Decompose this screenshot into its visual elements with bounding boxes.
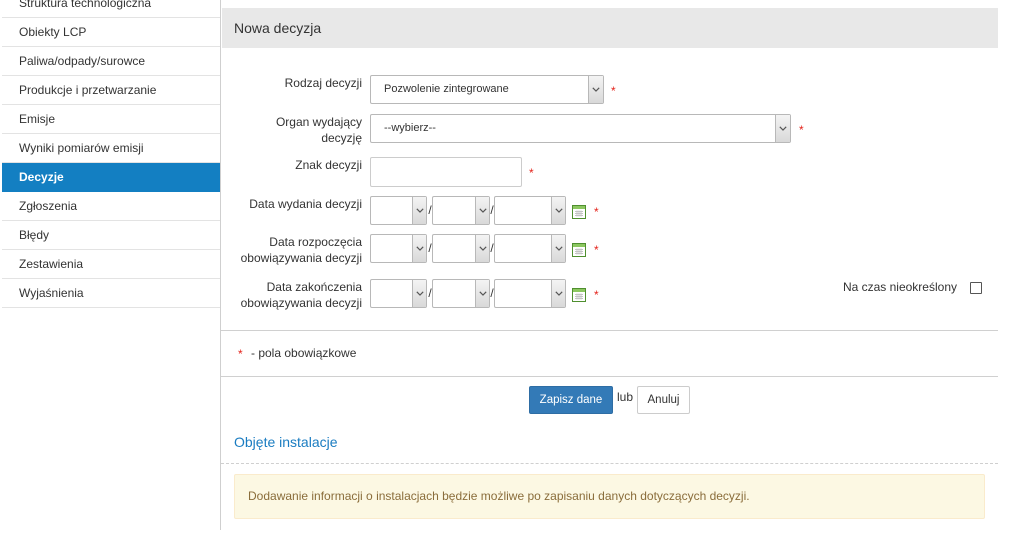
issuing-authority-select[interactable]: --wybierz-- xyxy=(370,114,791,143)
calendar-icon[interactable] xyxy=(572,205,586,219)
issue-date-label-line: Data wydania decyzji xyxy=(249,197,362,211)
issuing-authority-row: Organ wydający decyzję --wybierz-- * xyxy=(221,114,998,146)
decision-type-row: Rodzaj decyzji Pozwolenie zintegrowane * xyxy=(221,75,998,105)
required-legend-marker: * xyxy=(238,347,243,361)
cancel-button[interactable]: Anuluj xyxy=(637,386,690,414)
required-marker: * xyxy=(799,123,804,137)
chevron-down-icon[interactable] xyxy=(412,280,426,307)
issuing-authority-value: --wybierz-- xyxy=(384,122,436,134)
validity-end-year-select[interactable] xyxy=(494,279,566,308)
sidebar-item-emisje[interactable]: Emisje xyxy=(2,105,220,134)
validity-end-label-line: Data zakończenia xyxy=(266,280,362,294)
decision-type-select[interactable]: Pozwolenie zintegrowane xyxy=(370,75,604,104)
validity-start-year-select[interactable] xyxy=(494,234,566,263)
chevron-down-icon[interactable] xyxy=(551,280,565,307)
decision-number-label-line: Znak decyzji xyxy=(295,158,362,172)
decision-number-row: Znak decyzji * xyxy=(221,157,998,187)
validity-start-label: Data rozpoczęcia obowiązywania decyzji xyxy=(221,234,362,266)
form-divider xyxy=(221,330,998,331)
validity-end-label-line: obowiązywania decyzji xyxy=(240,296,362,310)
chevron-down-icon[interactable] xyxy=(775,115,790,142)
validity-start-label-line: Data rozpoczęcia xyxy=(269,235,362,249)
indefinite-checkbox[interactable] xyxy=(970,282,982,294)
chevron-down-icon[interactable] xyxy=(412,197,426,224)
decision-number-input[interactable] xyxy=(370,157,522,187)
chevron-down-icon[interactable] xyxy=(412,235,426,262)
sidebar-item-paliwa[interactable]: Paliwa/odpady/surowce xyxy=(2,47,220,76)
calendar-icon[interactable] xyxy=(572,243,586,257)
issue-date-row: Data wydania decyzji / / * xyxy=(221,196,998,226)
validity-end-label: Data zakończenia obowiązywania decyzji xyxy=(221,279,362,311)
validity-start-day-select[interactable] xyxy=(370,234,427,263)
sidebar-nav: Struktura technologiczna Obiekty LCP Pal… xyxy=(2,0,220,308)
chevron-down-icon[interactable] xyxy=(475,280,489,307)
validity-end-row: Data zakończenia obowiązywania decyzji /… xyxy=(221,279,998,311)
sidebar-item-produkcje[interactable]: Produkcje i przetwarzanie xyxy=(2,76,220,105)
installations-notice: Dodawanie informacji o instalacjach będz… xyxy=(234,474,985,519)
validity-start-row: Data rozpoczęcia obowiązywania decyzji /… xyxy=(221,234,998,266)
save-button[interactable]: Zapisz dane xyxy=(529,386,613,414)
sidebar-item-zgloszenia[interactable]: Zgłoszenia xyxy=(2,192,220,221)
issuing-authority-label-line: decyzję xyxy=(321,131,362,145)
main-content: Nowa decyzja Rodzaj decyzji Pozwolenie z… xyxy=(220,0,1000,530)
actions-divider xyxy=(221,376,998,377)
chevron-down-icon[interactable] xyxy=(475,235,489,262)
indefinite-label: Na czas nieokreślony xyxy=(842,280,957,294)
sidebar-item-wyniki-pomiarow[interactable]: Wyniki pomiarów emisji xyxy=(2,134,220,163)
sidebar-item-struktura-technologiczna[interactable]: Struktura technologiczna xyxy=(2,0,220,18)
issuing-authority-label: Organ wydający decyzję xyxy=(221,114,362,146)
panel-header: Nowa decyzja xyxy=(222,8,998,48)
sidebar-item-zestawienia[interactable]: Zestawienia xyxy=(2,250,220,279)
validity-end-month-select[interactable] xyxy=(432,279,490,308)
calendar-icon[interactable] xyxy=(572,288,586,302)
chevron-down-icon[interactable] xyxy=(551,197,565,224)
validity-start-month-select[interactable] xyxy=(432,234,490,263)
or-text: lub xyxy=(617,390,634,404)
decision-type-label-line: Rodzaj decyzji xyxy=(284,76,362,90)
section-divider xyxy=(221,463,998,464)
required-marker: * xyxy=(594,205,599,219)
issue-date-year-select[interactable] xyxy=(494,196,566,225)
required-marker: * xyxy=(611,84,616,98)
page-title: Nowa decyzja xyxy=(234,20,322,36)
sidebar-item-bledy[interactable]: Błędy xyxy=(2,221,220,250)
issue-date-day-select[interactable] xyxy=(370,196,427,225)
required-legend-text: - pola obowiązkowe xyxy=(251,346,357,360)
decision-type-value: Pozwolenie zintegrowane xyxy=(384,83,509,95)
chevron-down-icon[interactable] xyxy=(475,197,489,224)
issue-date-label: Data wydania decyzji xyxy=(221,196,362,212)
required-marker: * xyxy=(594,243,599,257)
required-marker: * xyxy=(594,288,599,302)
issue-date-month-select[interactable] xyxy=(432,196,490,225)
chevron-down-icon[interactable] xyxy=(588,76,603,103)
decision-number-label: Znak decyzji xyxy=(221,157,362,173)
issuing-authority-label-line: Organ wydający xyxy=(275,115,362,129)
sidebar-item-obiekty-lcp[interactable]: Obiekty LCP xyxy=(2,18,220,47)
chevron-down-icon[interactable] xyxy=(551,235,565,262)
sidebar-item-decyzje[interactable]: Decyzje xyxy=(2,163,220,192)
validity-start-label-line: obowiązywania decyzji xyxy=(240,251,362,265)
validity-end-day-select[interactable] xyxy=(370,279,427,308)
sidebar-item-wyjasnienia[interactable]: Wyjaśnienia xyxy=(2,279,220,308)
installations-section-title: Objęte instalacje xyxy=(234,434,338,450)
decision-type-label: Rodzaj decyzji xyxy=(221,75,362,91)
required-marker: * xyxy=(529,166,534,180)
